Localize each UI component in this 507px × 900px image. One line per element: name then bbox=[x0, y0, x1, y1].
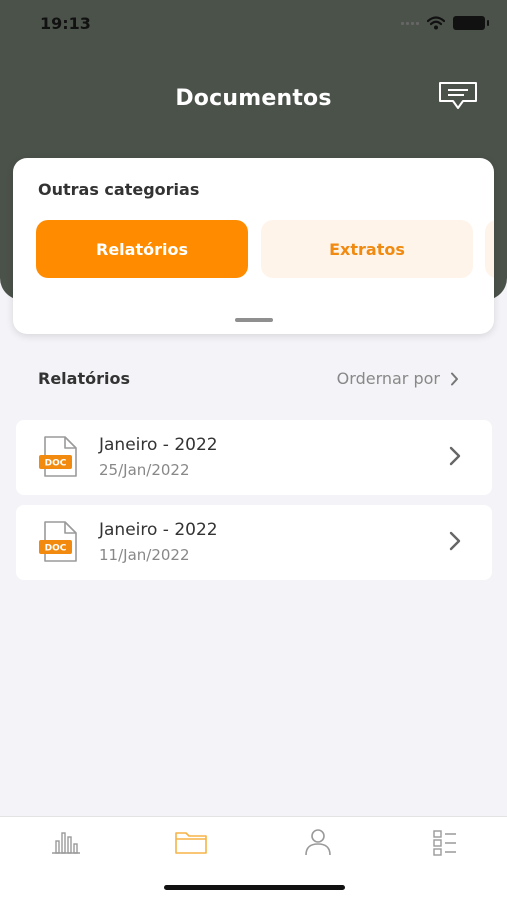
home-indicator[interactable] bbox=[164, 885, 345, 890]
status-icons bbox=[401, 16, 489, 30]
chat-bubble-icon[interactable] bbox=[437, 80, 479, 112]
sort-button[interactable]: Ordernar por bbox=[337, 369, 459, 388]
status-bar: 19:13 bbox=[0, 0, 507, 50]
battery-icon bbox=[453, 16, 489, 30]
document-title: Janeiro - 2022 bbox=[99, 520, 218, 540]
page-title: Documentos bbox=[175, 86, 332, 111]
drag-handle[interactable] bbox=[235, 318, 273, 322]
chevron-right-icon bbox=[449, 531, 461, 551]
doc-badge: DOC bbox=[45, 459, 67, 469]
section-title: Relatórios bbox=[38, 369, 130, 388]
signal-icon bbox=[401, 21, 419, 25]
document-row[interactable]: DOC Janeiro - 2022 25/Jan/2022 bbox=[16, 420, 492, 495]
doc-badge: DOC bbox=[45, 544, 67, 554]
chip-next-peek[interactable] bbox=[485, 220, 494, 278]
user-icon[interactable] bbox=[300, 827, 336, 857]
sort-label: Ordernar por bbox=[336, 369, 440, 388]
categories-title: Outras categorias bbox=[38, 180, 200, 199]
categories-card: Outras categorias Relatórios Extratos bbox=[13, 158, 494, 334]
folder-icon[interactable] bbox=[173, 827, 209, 857]
document-row[interactable]: DOC Janeiro - 2022 11/Jan/2022 bbox=[16, 505, 492, 580]
doc-file-icon: DOC bbox=[39, 436, 77, 477]
chip-relatorios[interactable]: Relatórios bbox=[36, 220, 248, 278]
bar-chart-icon[interactable] bbox=[48, 827, 84, 857]
chevron-right-icon bbox=[449, 446, 461, 466]
chip-label: Extratos bbox=[329, 239, 405, 259]
chevron-right-icon bbox=[451, 372, 458, 385]
status-time: 19:13 bbox=[40, 14, 91, 33]
doc-file-icon: DOC bbox=[39, 521, 77, 562]
chip-extratos[interactable]: Extratos bbox=[261, 220, 473, 278]
chip-label: Relatórios bbox=[96, 239, 188, 259]
document-title: Janeiro - 2022 bbox=[99, 435, 218, 455]
document-date: 25/Jan/2022 bbox=[99, 461, 190, 479]
list-icon[interactable] bbox=[427, 827, 463, 857]
wifi-icon bbox=[427, 16, 445, 30]
document-date: 11/Jan/2022 bbox=[99, 546, 190, 564]
